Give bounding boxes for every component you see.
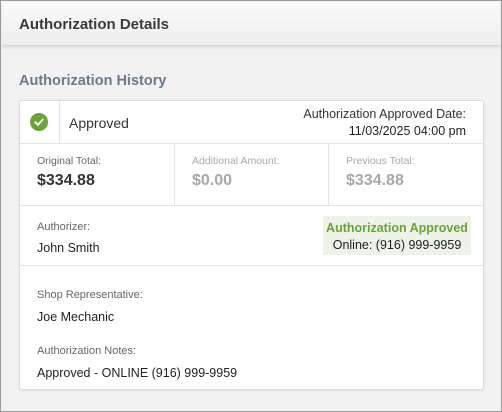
status-icon-cell (20, 101, 60, 144)
original-total-value: $334.88 (37, 172, 95, 189)
panel-title: Authorization Details (19, 16, 170, 33)
status-label: Approved (69, 115, 129, 131)
status-row: Approved Authorization Approved Date: 11… (20, 101, 483, 144)
original-total-label: Original Total: (37, 155, 102, 167)
authorizer-name: John Smith (37, 241, 100, 255)
approval-badge-method: Online: (916) 999-9959 (332, 238, 462, 252)
panel-header: Authorization Details (2, 2, 500, 46)
approved-date-value: 11/03/2025 04:00 pm (348, 124, 466, 138)
original-total: Original Total: $334.88 (20, 144, 175, 206)
approved-date-label: Authorization Approved Date: (303, 107, 466, 121)
previous-total-label: Previous Total: (346, 155, 415, 167)
approval-badge: Authorization Approved Online: (916) 999… (323, 216, 471, 255)
authorizer-label: Authorizer: (37, 221, 91, 233)
approval-badge-title: Authorization Approved (326, 221, 468, 235)
notes-value: Approved - ONLINE (916) 999-9959 (37, 366, 238, 380)
additional-amount-label: Additional Amount: (192, 155, 280, 167)
authorization-details-panel: Authorization Details Authorization Hist… (0, 0, 502, 412)
previous-total-value: $334.88 (346, 172, 404, 189)
section-title: Authorization History (19, 73, 167, 89)
totals-row: Original Total: $334.88 Additional Amoun… (20, 144, 483, 206)
additional-amount-value: $0.00 (192, 172, 233, 189)
notes-label: Authorization Notes: (37, 345, 137, 357)
check-circle-icon (30, 113, 48, 131)
previous-total: Previous Total: $334.88 (329, 144, 485, 206)
shop-rep-label: Shop Representative: (37, 289, 143, 301)
authorization-history-card: Approved Authorization Approved Date: 11… (19, 100, 484, 390)
additional-amount: Additional Amount: $0.00 (175, 144, 329, 206)
shop-rep-name: Joe Mechanic (37, 310, 115, 324)
authorizer-row: Authorizer: John Smith Authorization App… (20, 206, 483, 266)
